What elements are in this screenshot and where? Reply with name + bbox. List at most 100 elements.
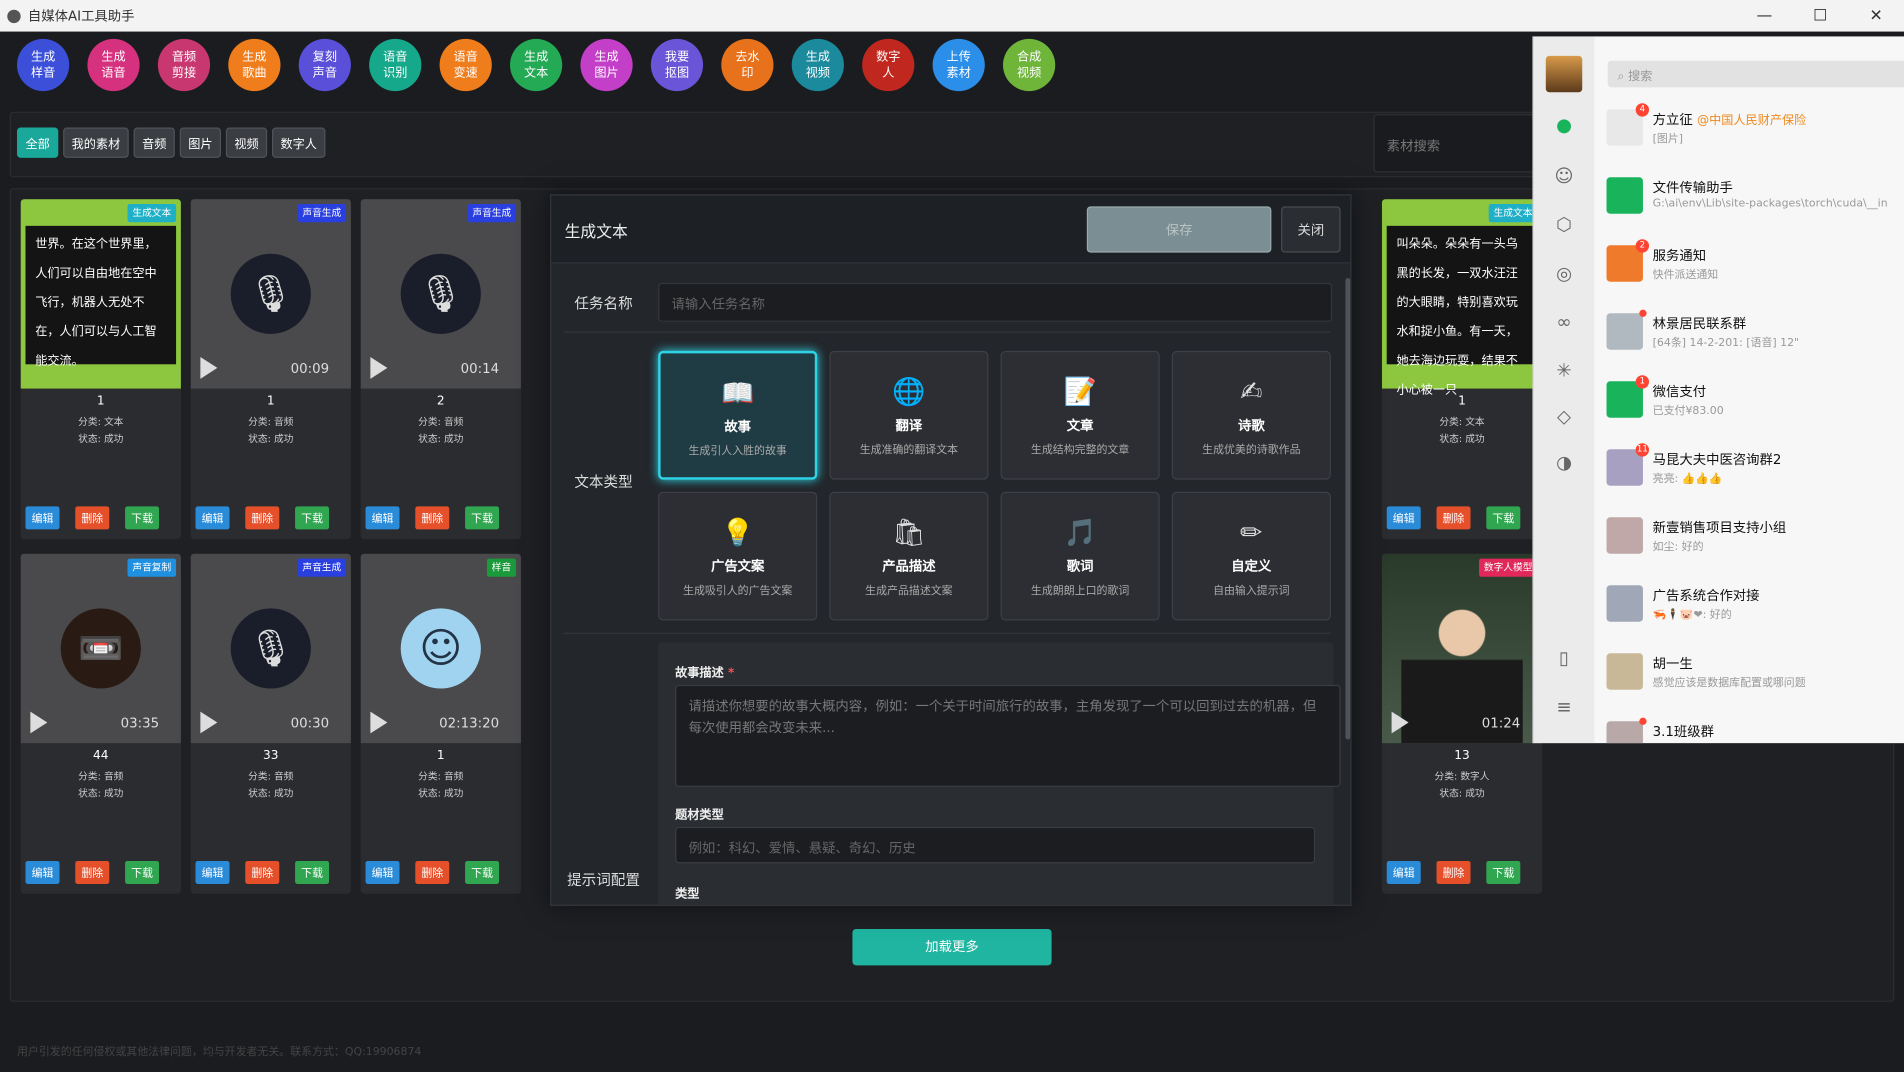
card-thumbnail[interactable]: 01:24 数字人模型 [1381,553,1543,744]
card-thumbnail[interactable]: 📼 03:35 声音复制 [20,553,181,744]
chat-list-item[interactable]: 文件传输助手 G:\ai\env\Lib\site-packages\torch\… [1594,165,1904,233]
card-thumbnail[interactable]: 🎙 00:14 声音生成 [360,199,521,389]
text-type-card-0[interactable]: 📖 故事 生成引人入胜的故事 [658,350,818,480]
tool-button-8[interactable]: 生成图片 [580,38,633,92]
tool-button-0[interactable]: 生成样音 [17,38,70,92]
play-icon[interactable] [370,357,388,379]
download-button[interactable]: 下载 [465,860,500,885]
moments-icon[interactable]: ◎ [1552,262,1576,286]
delete-button[interactable]: 删除 [245,506,280,530]
play-icon[interactable] [200,357,218,379]
play-icon[interactable] [1391,711,1409,734]
search-explore-icon[interactable]: ◇ [1552,406,1576,430]
apps-icon[interactable]: ◑ [1552,452,1576,476]
delete-button[interactable]: 删除 [75,506,110,530]
card-thumbnail[interactable]: 世界。在这个世界里，人们可以自由地在空中飞行，机器人无处不在，人们可以与人工智能… [20,199,181,389]
tool-button-13[interactable]: 上传素材 [932,38,985,92]
edit-button[interactable]: 编辑 [25,860,60,885]
play-icon[interactable] [200,711,218,734]
edit-button[interactable]: 编辑 [195,860,230,885]
text-type-card-7[interactable]: ✏ 自定义 自由输入提示词 [1171,491,1331,621]
channels-icon[interactable]: ✳ [1552,359,1576,383]
filter-tab-5[interactable]: 数字人 [272,127,326,158]
tool-button-1[interactable]: 生成语音 [87,38,140,92]
favorites-icon[interactable]: ⬡ [1552,214,1576,238]
material-search-input[interactable]: 素材搜索 [1373,114,1544,173]
contacts-icon[interactable]: ☺ [1552,165,1576,189]
chat-list-item[interactable]: 3.1班级群 [1594,709,1904,744]
chat-list-item[interactable]: 11 马昆大夫中医咨询群2 亮亮: 👍👍👍 [1594,437,1904,505]
text-type-card-4[interactable]: 💡 广告文案 生成吸引人的广告文案 [658,491,818,621]
phone-icon[interactable]: ▯ [1552,647,1576,671]
chat-list-item[interactable]: 广告系统合作对接 🦐🕴🐷❤: 好的 [1594,573,1904,641]
tool-button-12[interactable]: 数字人 [862,38,915,92]
chat-list-item[interactable]: 1 微信支付 已支付¥83.00 [1594,369,1904,437]
delete-button[interactable]: 删除 [245,860,280,885]
play-icon[interactable] [370,711,388,734]
filter-tab-4[interactable]: 视频 [225,127,268,158]
tool-button-4[interactable]: 复刻声音 [298,38,351,92]
load-more-button[interactable]: 加载更多 [852,928,1052,966]
text-type-card-2[interactable]: 📝 文章 生成结构完整的文章 [1000,350,1160,480]
tool-button-5[interactable]: 语音识别 [369,38,422,92]
chat-icon[interactable]: ● [1552,114,1576,138]
text-type-card-3[interactable]: ✍ 诗歌 生成优美的诗歌作品 [1171,350,1331,480]
download-button[interactable]: 下载 [295,860,330,885]
edit-button[interactable]: 编辑 [1386,506,1421,530]
maximize-button[interactable]: ☐ [1792,0,1848,32]
genre-input[interactable]: 例如：科幻、爱情、悬疑、奇幻、历史 [675,826,1316,864]
tool-button-3[interactable]: 生成歌曲 [228,38,281,92]
chat-list-item[interactable]: 胡一生 感觉应该是数据库配置或哪问题 [1594,641,1904,709]
text-type-card-6[interactable]: 🎵 歌词 生成朗朗上口的歌词 [1000,491,1160,621]
save-button[interactable]: 保存 [1086,206,1272,253]
edit-button[interactable]: 编辑 [365,860,400,885]
download-button[interactable]: 下载 [125,506,160,530]
mini-program-icon[interactable]: ∞ [1552,311,1576,335]
wechat-search-input[interactable]: ⌕ 搜索 [1607,60,1904,88]
download-button[interactable]: 下载 [125,860,160,885]
filter-tab-3[interactable]: 图片 [179,127,222,158]
minimize-button[interactable]: — [1736,0,1792,32]
delete-button[interactable]: 删除 [415,506,450,530]
chat-list-item[interactable]: 4 方立征 @中国人民财产保险 [图片] [1594,97,1904,165]
download-button[interactable]: 下载 [295,506,330,530]
my-avatar[interactable] [1545,55,1583,93]
card-thumbnail[interactable]: ☺ 02:13:20 样音 [360,553,521,744]
close-dialog-button[interactable]: 关闭 [1281,206,1341,253]
tool-button-6[interactable]: 语音变速 [439,38,492,92]
tool-button-10[interactable]: 去水印 [721,38,774,92]
delete-button[interactable]: 删除 [1436,860,1471,885]
play-icon[interactable] [30,711,48,734]
download-button[interactable]: 下载 [1486,506,1521,530]
card-thumbnail[interactable]: 🎙 00:30 声音生成 [190,553,351,744]
chat-list-item[interactable]: 2 服务通知 快件派送通知 [1594,233,1904,301]
dialog-scrollbar[interactable] [1345,278,1351,740]
menu-icon[interactable]: ≡ [1552,696,1576,720]
text-type-card-5[interactable]: 🛍 产品描述 生成产品描述文案 [829,491,989,621]
delete-button[interactable]: 删除 [75,860,110,885]
filter-tab-0[interactable]: 全部 [17,127,59,158]
task-name-input[interactable]: 请输入任务名称 [658,282,1333,322]
tool-button-9[interactable]: 我要抠图 [650,38,704,92]
chat-list-item[interactable]: 林景居民联系群 [64条] 14-2-201: [语音] 12" [1594,301,1904,369]
card-thumbnail[interactable]: 叫朵朵。朵朵有一头乌黑的长发，一双水汪汪的大眼睛，特别喜欢玩水和捉小鱼。有一天，… [1381,199,1543,397]
tool-button-14[interactable]: 合成视频 [1003,38,1056,92]
delete-button[interactable]: 删除 [415,860,450,885]
story-description-textarea[interactable]: 请描述你想要的故事大概内容，例如：一个关于时间旅行的故事，主角发现了一个可以回到… [675,684,1341,787]
edit-button[interactable]: 编辑 [1386,860,1421,885]
tool-button-7[interactable]: 生成文本 [510,38,563,92]
delete-button[interactable]: 删除 [1436,506,1471,530]
download-button[interactable]: 下载 [465,506,500,530]
edit-button[interactable]: 编辑 [365,506,400,530]
text-type-card-1[interactable]: 🌐 翻译 生成准确的翻译文本 [829,350,989,480]
close-window-button[interactable]: ✕ [1848,0,1904,32]
chat-list-item[interactable]: 新壹销售项目支持小组 如尘: 好的 [1594,505,1904,573]
edit-button[interactable]: 编辑 [195,506,230,530]
download-button[interactable]: 下载 [1486,860,1521,885]
filter-tab-1[interactable]: 我的素材 [63,127,129,158]
edit-button[interactable]: 编辑 [25,506,60,530]
card-thumbnail[interactable]: 🎙 00:09 声音生成 [190,199,351,389]
filter-tab-2[interactable]: 音频 [133,127,175,158]
tool-button-11[interactable]: 生成视频 [791,38,844,92]
tool-button-2[interactable]: 音频剪接 [157,38,211,92]
